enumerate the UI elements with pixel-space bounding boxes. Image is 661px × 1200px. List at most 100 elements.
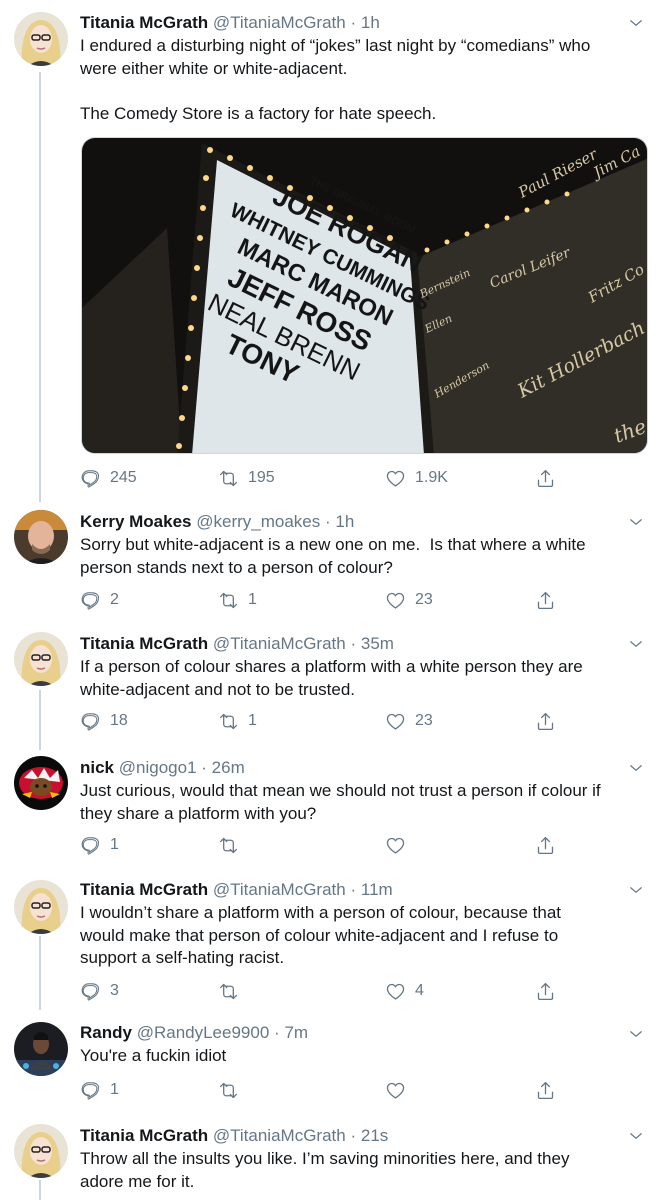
share-icon <box>535 1080 556 1101</box>
retweet-count: 195 <box>248 469 275 486</box>
reply-button[interactable]: 1 <box>80 834 119 856</box>
tweet-text: I endured a disturbing night of “jokes” … <box>80 36 591 123</box>
retweet-button[interactable]: 1 <box>218 710 257 732</box>
chevron-down-icon[interactable] <box>627 881 645 899</box>
retweet-button[interactable]: 1 <box>218 589 257 611</box>
avatar[interactable] <box>14 1124 68 1178</box>
timestamp[interactable]: 26m <box>212 758 245 777</box>
display-name[interactable]: nick <box>80 758 114 777</box>
display-name[interactable]: Kerry Moakes <box>80 512 192 531</box>
timestamp[interactable]: 1h <box>335 512 354 531</box>
heart-icon <box>385 1080 406 1101</box>
share-icon <box>535 981 556 1002</box>
tweet-header: Randy @RandyLee9900 · 7m <box>80 1022 641 1044</box>
retweet-icon <box>218 1080 239 1101</box>
retweet-icon <box>218 981 239 1002</box>
tweet[interactable]: Kerry Moakes @kerry_moakes · 1h Sorry bu… <box>0 502 661 624</box>
chevron-down-icon[interactable] <box>627 759 645 777</box>
like-button[interactable]: 1.9K <box>385 467 448 489</box>
timestamp[interactable]: 21s <box>361 1126 388 1145</box>
share-button[interactable] <box>535 467 556 489</box>
reply-button[interactable]: 18 <box>80 710 128 732</box>
tweet-text: Just curious, would that mean we should … <box>80 781 601 823</box>
heart-icon <box>385 590 406 611</box>
retweet-icon <box>218 711 239 732</box>
tweet[interactable]: Titania McGrath @TitaniaMcGrath · 35m If… <box>0 626 661 748</box>
avatar[interactable] <box>14 756 68 810</box>
share-button[interactable] <box>535 589 556 611</box>
timestamp[interactable]: 35m <box>361 634 394 653</box>
tweet[interactable]: Randy @RandyLee9900 · 7m You're a fuckin… <box>0 1016 661 1116</box>
avatar[interactable] <box>14 510 68 564</box>
reply-count: 3 <box>110 982 119 999</box>
share-button[interactable] <box>535 710 556 732</box>
user-handle[interactable]: @TitaniaMcGrath <box>213 880 346 899</box>
tweet-text: Throw all the insults you like. I’m savi… <box>80 1149 570 1191</box>
separator-dot: · <box>350 1126 357 1145</box>
like-count: 4 <box>415 982 424 999</box>
avatar[interactable] <box>14 12 68 66</box>
separator-dot: · <box>325 512 331 531</box>
user-handle[interactable]: @nigogo1 <box>119 758 197 777</box>
tweet-text: You're a fuckin idiot <box>80 1046 227 1065</box>
heart-icon <box>385 711 406 732</box>
user-handle[interactable]: @TitaniaMcGrath <box>213 13 346 32</box>
like-button[interactable]: 23 <box>385 589 433 611</box>
timestamp[interactable]: 7m <box>284 1023 308 1042</box>
display-name[interactable]: Randy <box>80 1023 132 1042</box>
like-button[interactable]: 23 <box>385 710 433 732</box>
retweet-count: 1 <box>248 712 257 729</box>
display-name[interactable]: Titania McGrath <box>80 13 208 32</box>
chevron-down-icon[interactable] <box>627 635 645 653</box>
share-button[interactable] <box>535 1079 556 1101</box>
retweet-button[interactable] <box>218 1079 248 1101</box>
tweet[interactable]: Titania McGrath @TitaniaMcGrath · 1h I e… <box>0 0 661 500</box>
timestamp[interactable]: 1h <box>361 13 380 32</box>
like-button[interactable]: 4 <box>385 980 424 1002</box>
tweet-text: I wouldn’t share a platform with a perso… <box>80 903 561 967</box>
retweet-button[interactable] <box>218 980 248 1002</box>
reply-button[interactable]: 2 <box>80 589 119 611</box>
chevron-down-icon[interactable] <box>627 1127 645 1145</box>
like-button[interactable] <box>385 834 415 856</box>
display-name[interactable]: Titania McGrath <box>80 634 208 653</box>
reply-count: 18 <box>110 712 128 729</box>
reply-icon <box>80 1080 101 1101</box>
reply-icon <box>80 835 101 856</box>
reply-count: 245 <box>110 469 137 486</box>
share-button[interactable] <box>535 834 556 856</box>
chevron-down-icon[interactable] <box>627 1025 645 1043</box>
retweet-button[interactable] <box>218 834 248 856</box>
tweet-header: Kerry Moakes @kerry_moakes · 1h <box>80 511 641 533</box>
tweet[interactable]: Titania McGrath @TitaniaMcGrath · 21s Th… <box>0 1118 661 1200</box>
tweet-header: Titania McGrath @TitaniaMcGrath · 35m <box>80 633 641 655</box>
avatar[interactable] <box>14 1022 68 1076</box>
chevron-down-icon[interactable] <box>627 14 645 32</box>
reply-icon <box>80 468 101 489</box>
avatar[interactable] <box>14 632 68 686</box>
tweet[interactable]: Titania McGrath @TitaniaMcGrath · 11m I … <box>0 874 661 1016</box>
user-handle[interactable]: @RandyLee9900 <box>137 1023 270 1042</box>
tweet-header: Titania McGrath @TitaniaMcGrath · 1h <box>80 12 641 34</box>
chevron-down-icon[interactable] <box>627 513 645 531</box>
retweet-count: 1 <box>248 591 257 608</box>
user-handle[interactable]: @TitaniaMcGrath <box>213 1126 346 1145</box>
reply-icon <box>80 711 101 732</box>
share-button[interactable] <box>535 980 556 1002</box>
reply-count: 1 <box>110 836 119 853</box>
timestamp[interactable]: 11m <box>361 880 393 899</box>
display-name[interactable]: Titania McGrath <box>80 880 208 899</box>
reply-button[interactable]: 245 <box>80 467 137 489</box>
like-button[interactable] <box>385 1079 415 1101</box>
reply-button[interactable]: 3 <box>80 980 119 1002</box>
display-name[interactable]: Titania McGrath <box>80 1126 208 1145</box>
share-icon <box>535 590 556 611</box>
tweet[interactable]: nick @nigogo1 · 26m Just curious, would … <box>0 750 661 874</box>
tweet-photo[interactable]: THE ORIGINAL ROOM JOE ROGAN WHITNEY CUMM… <box>81 137 648 454</box>
user-handle[interactable]: @TitaniaMcGrath <box>213 634 346 653</box>
reply-button[interactable]: 1 <box>80 1079 119 1101</box>
avatar[interactable] <box>14 880 68 934</box>
user-handle[interactable]: @kerry_moakes <box>196 512 320 531</box>
retweet-button[interactable]: 195 <box>218 467 275 489</box>
like-count: 23 <box>415 712 433 729</box>
